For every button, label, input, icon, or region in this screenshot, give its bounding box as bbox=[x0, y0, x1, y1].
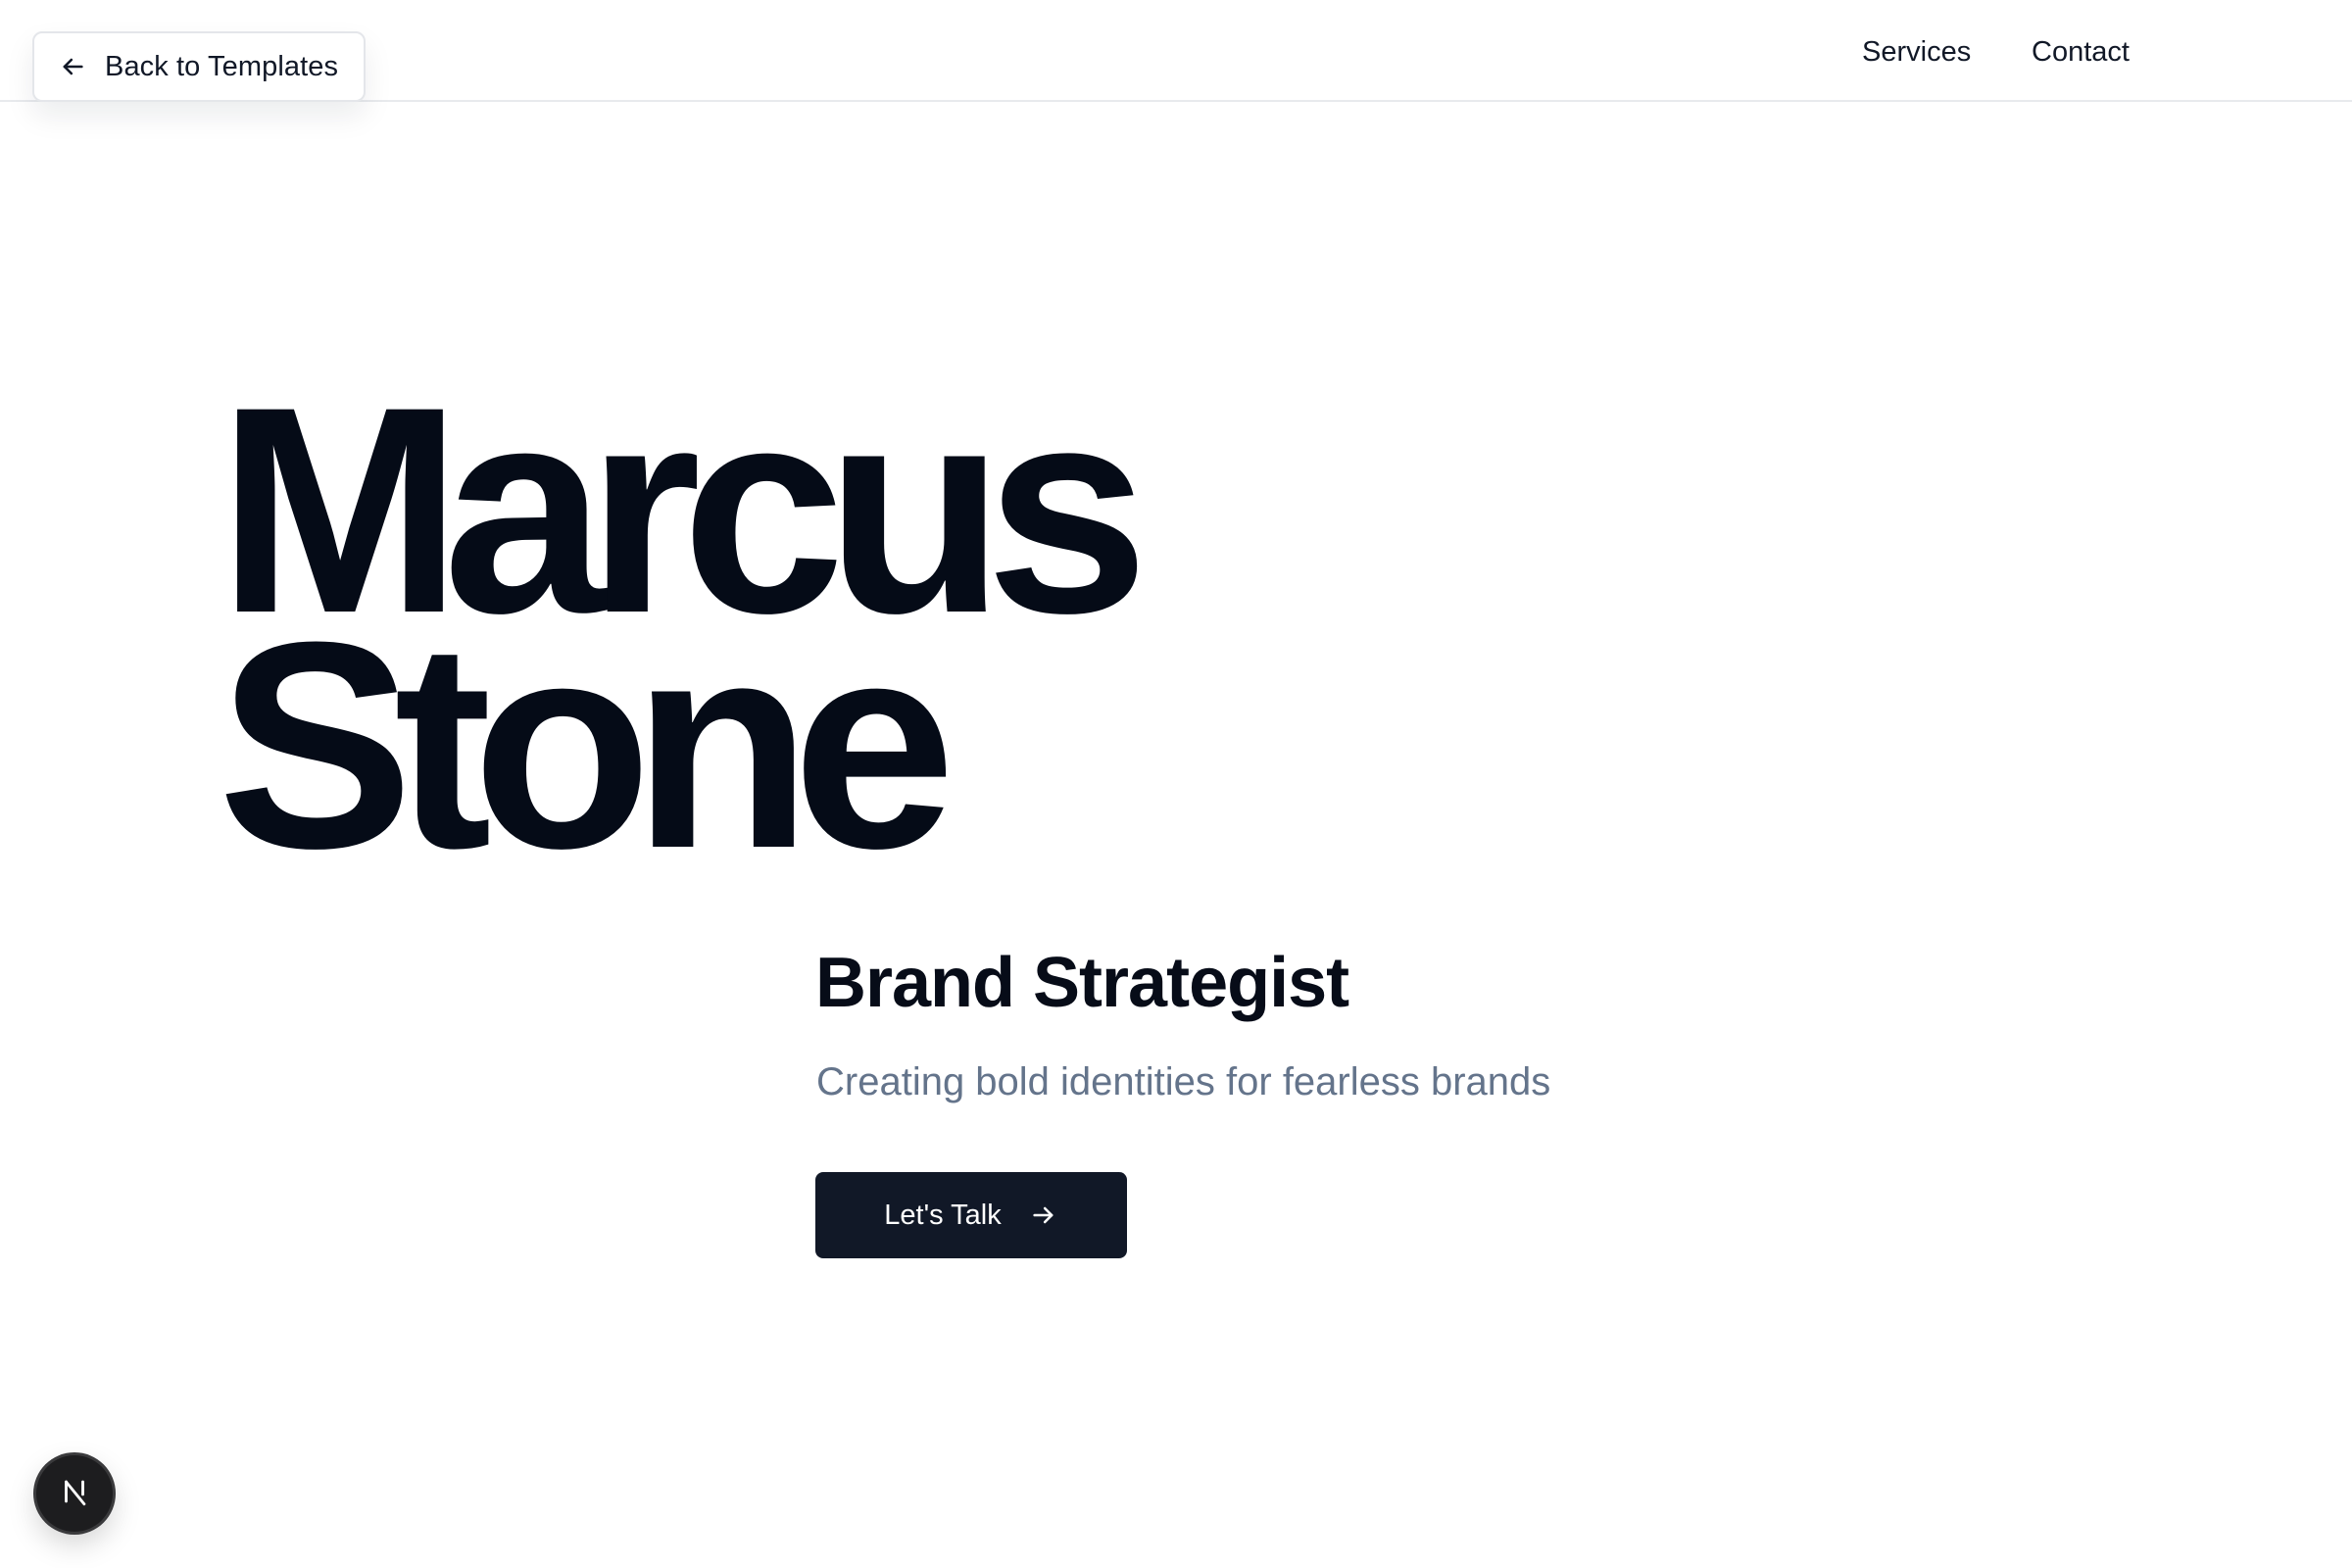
nav-item-contact[interactable]: Contact bbox=[2032, 31, 2130, 73]
back-to-templates-button[interactable]: Back to Templates bbox=[32, 31, 366, 102]
cta-label: Let's Talk bbox=[884, 1199, 1002, 1231]
tagline-text: Creating bold identities for fearless br… bbox=[816, 1060, 1551, 1103]
nextjs-logo-icon bbox=[58, 1475, 91, 1513]
role-heading: Brand Strategist bbox=[815, 944, 1349, 1022]
nav-link-services[interactable]: Services bbox=[1862, 36, 1971, 69]
arrow-left-icon bbox=[58, 52, 87, 81]
nav-link-contact[interactable]: Contact bbox=[2032, 36, 2130, 69]
nextjs-dev-badge[interactable] bbox=[36, 1455, 113, 1532]
lets-talk-button[interactable]: Let's Talk bbox=[815, 1172, 1127, 1258]
hero-name-heading: Marcus Stone bbox=[218, 363, 1149, 892]
page: Back to Templates Services Contact Marcu… bbox=[0, 0, 2352, 1568]
nav-item-services[interactable]: Services bbox=[1862, 31, 1971, 73]
top-navigation-bar: Back to Templates Services Contact bbox=[0, 0, 2352, 102]
arrow-right-icon bbox=[1029, 1200, 1058, 1230]
back-button-label: Back to Templates bbox=[105, 50, 339, 82]
